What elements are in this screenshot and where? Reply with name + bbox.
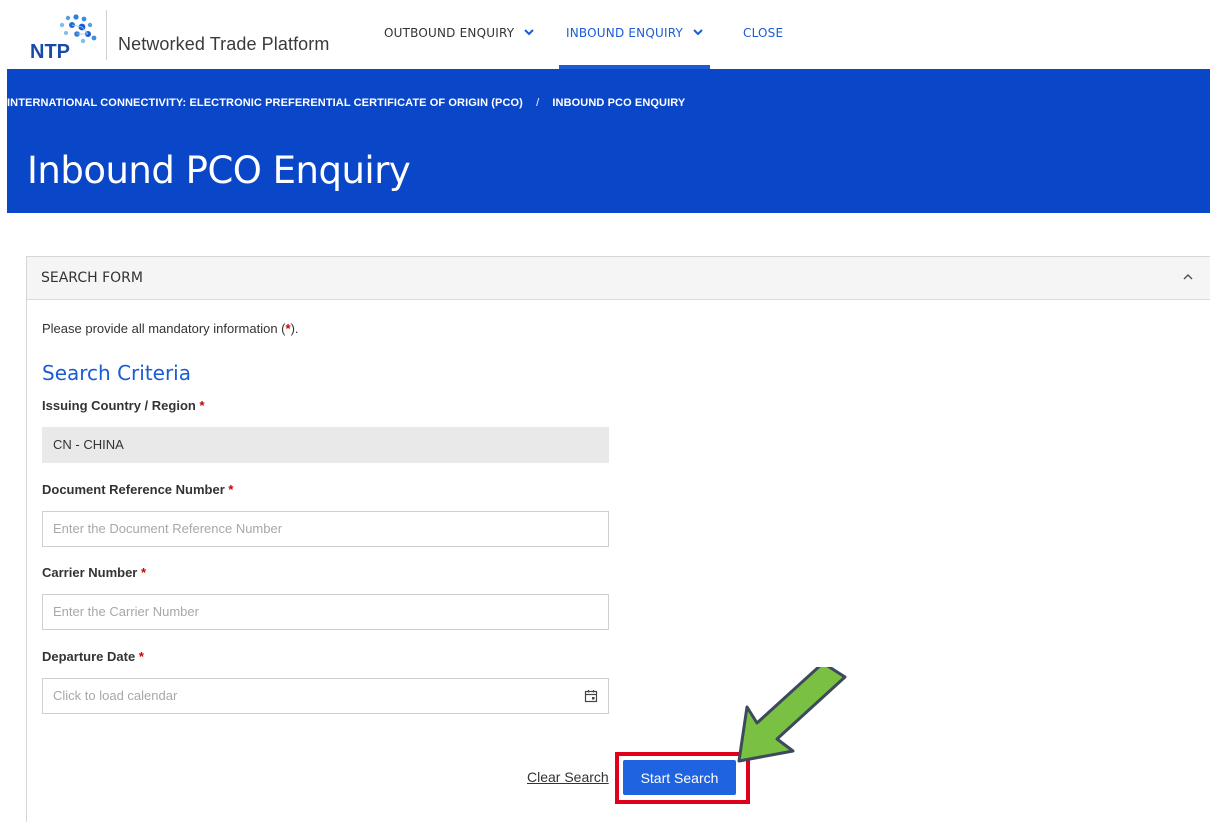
document-reference-placeholder: Enter the Document Reference Number [53, 521, 283, 536]
nav-outbound-enquiry[interactable]: OUTBOUND ENQUIRY [384, 26, 535, 40]
required-marker: * [138, 649, 144, 664]
start-search-button[interactable]: Start Search [623, 760, 736, 795]
mandatory-note-prefix: Please provide all mandatory information… [42, 321, 286, 336]
mandatory-note-suffix: ). [290, 321, 299, 336]
departure-date-input[interactable]: Click to load calendar [42, 678, 609, 714]
calendar-icon[interactable] [584, 689, 598, 703]
carrier-number-placeholder: Enter the Carrier Number [53, 604, 199, 619]
required-marker: * [141, 565, 147, 580]
search-form-title: SEARCH FORM [41, 270, 143, 286]
carrier-number-label: Carrier Number * [42, 565, 146, 580]
nav-inbound-label: INBOUND ENQUIRY [566, 26, 684, 40]
brand-name: Networked Trade Platform [118, 34, 330, 54]
document-reference-input[interactable]: Enter the Document Reference Number [42, 511, 609, 547]
page-title: Inbound PCO Enquiry [27, 149, 411, 192]
issuing-country-label: Issuing Country / Region * [42, 398, 205, 413]
nav-outbound-label: OUTBOUND ENQUIRY [384, 26, 515, 40]
document-reference-label-text: Document Reference Number [42, 482, 225, 497]
top-navigation: NTP Networked Trade Platform OUTBOUND EN… [0, 0, 1210, 69]
nav-close-label: CLOSE [743, 26, 784, 40]
chevron-up-icon[interactable] [1181, 270, 1195, 284]
breadcrumb-item-pco[interactable]: INTERNATIONAL CONNECTIVITY: ELECTRONIC P… [7, 97, 523, 109]
departure-date-placeholder: Click to load calendar [53, 688, 178, 703]
chevron-down-icon [524, 29, 535, 36]
chevron-down-icon [693, 29, 703, 36]
ntp-logo-icon[interactable]: NTP [30, 12, 102, 62]
search-form-header[interactable]: SEARCH FORM [27, 257, 1210, 300]
search-criteria-title: Search Criteria [42, 361, 191, 385]
issuing-country-label-text: Issuing Country / Region [42, 398, 196, 413]
search-form-panel: SEARCH FORM Please provide all mandatory… [26, 256, 1210, 822]
page-banner: INTERNATIONAL CONNECTIVITY: ELECTRONIC P… [7, 69, 1210, 213]
svg-text:NTP: NTP [30, 41, 70, 62]
nav-close[interactable]: CLOSE [743, 26, 783, 40]
document-reference-label: Document Reference Number * [42, 482, 233, 497]
breadcrumb-item-inbound: INBOUND PCO ENQUIRY [552, 97, 686, 109]
carrier-number-label-text: Carrier Number [42, 565, 138, 580]
clear-search-link[interactable]: Clear Search [527, 769, 609, 785]
breadcrumb-separator: / [536, 97, 540, 109]
logo-divider [106, 10, 107, 60]
required-marker: * [228, 482, 234, 497]
breadcrumb: INTERNATIONAL CONNECTIVITY: ELECTRONIC P… [7, 97, 685, 109]
departure-date-label: Departure Date * [42, 649, 144, 664]
departure-date-label-text: Departure Date [42, 649, 136, 664]
required-marker: * [199, 398, 205, 413]
carrier-number-input[interactable]: Enter the Carrier Number [42, 594, 609, 630]
mandatory-note: Please provide all mandatory information… [42, 321, 299, 336]
nav-inbound-enquiry[interactable]: INBOUND ENQUIRY [566, 26, 703, 40]
annotation-arrow-icon [737, 667, 847, 763]
issuing-country-field: CN - CHINA [42, 427, 609, 463]
